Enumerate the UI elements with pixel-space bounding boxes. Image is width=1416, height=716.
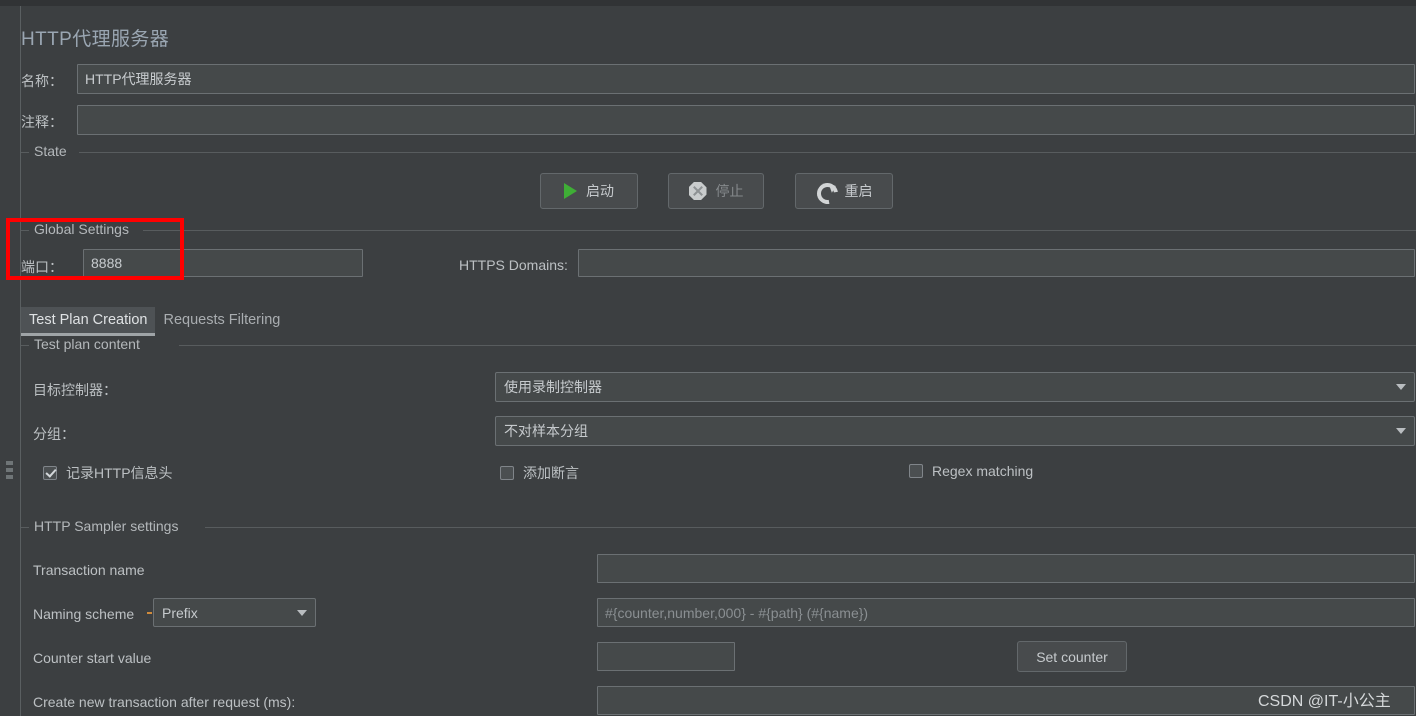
transaction-name-input[interactable]	[597, 554, 1415, 583]
port-label: 端口：	[21, 259, 63, 275]
checkbox-record-http-headers[interactable]: 记录HTTP信息头	[43, 463, 173, 483]
checkbox-regex-matching-label: Regex matching	[932, 463, 1034, 479]
tab-strip: Test Plan Creation Requests Filtering	[21, 304, 1416, 336]
naming-scheme-label: Naming scheme	[33, 606, 135, 622]
port-input[interactable]	[83, 249, 363, 277]
stop-icon	[688, 182, 707, 200]
checkbox-box	[500, 466, 514, 480]
page-title: HTTP代理服务器	[21, 29, 170, 50]
play-icon	[564, 183, 577, 199]
name-input[interactable]	[77, 64, 1415, 94]
checkbox-box	[909, 464, 923, 478]
left-splitter-rail[interactable]	[0, 6, 21, 716]
modified-marker-icon	[147, 611, 152, 614]
chevron-down-icon	[297, 609, 307, 616]
new-transaction-label: Create new transaction after request (ms…	[33, 694, 296, 710]
start-button-label: 启动	[586, 183, 614, 199]
chevron-down-icon	[1396, 384, 1406, 390]
stop-button-label: 停止	[715, 183, 744, 199]
target-controller-combo[interactable]: 使用录制控制器	[495, 372, 1415, 402]
naming-pattern-input[interactable]	[597, 598, 1415, 627]
checkbox-record-http-headers-label: 记录HTTP信息头	[66, 465, 173, 481]
start-button[interactable]: 启动	[540, 173, 638, 209]
grouping-label: 分组：	[33, 426, 75, 442]
http-proxy-server-panel: HTTP代理服务器 名称： 注释： State 启动 停止 重启	[0, 0, 1416, 716]
checkbox-add-assertions-label: 添加断言	[523, 465, 579, 481]
tab-test-plan-creation[interactable]: Test Plan Creation	[21, 307, 156, 336]
tab-requests-filtering-label: Requests Filtering	[163, 312, 281, 328]
tab-requests-filtering[interactable]: Requests Filtering	[155, 307, 288, 334]
set-counter-button[interactable]: Set counter	[1017, 641, 1127, 672]
restart-icon	[816, 182, 836, 200]
counter-start-label: Counter start value	[33, 650, 152, 666]
comment-label: 注释：	[21, 114, 63, 130]
target-controller-value: 使用录制控制器	[504, 379, 602, 395]
grouping-value: 不对样本分组	[504, 423, 588, 439]
sampler-settings-label: HTTP Sampler settings	[29, 518, 184, 534]
global-settings-label: Global Settings	[29, 221, 134, 237]
https-domains-label: HTTPS Domains:	[459, 257, 568, 273]
restart-button-label: 重启	[844, 183, 873, 199]
checkbox-add-assertions[interactable]: 添加断言	[500, 463, 579, 483]
tab-test-plan-creation-label: Test Plan Creation	[29, 312, 148, 328]
name-label: 名称：	[21, 73, 63, 89]
panel-content: HTTP代理服务器 名称： 注释： State 启动 停止 重启	[21, 6, 1416, 716]
grouping-combo[interactable]: 不对样本分组	[495, 416, 1415, 446]
https-domains-input[interactable]	[578, 249, 1415, 277]
chevron-down-icon	[1396, 428, 1406, 434]
transaction-name-label: Transaction name	[33, 562, 145, 578]
comment-input[interactable]	[77, 105, 1415, 135]
naming-scheme-combo[interactable]: Prefix	[147, 598, 316, 627]
splitter-handle[interactable]	[6, 461, 13, 479]
set-counter-button-label: Set counter	[1036, 648, 1108, 665]
state-group-label: State	[29, 143, 72, 159]
stop-button[interactable]: 停止	[668, 173, 764, 209]
naming-scheme-value: Prefix	[162, 604, 198, 621]
checkbox-regex-matching[interactable]: Regex matching	[909, 463, 1033, 479]
watermark: CSDN @IT-小公主	[1258, 693, 1391, 710]
counter-start-input[interactable]	[597, 642, 735, 671]
checkbox-box	[43, 466, 57, 480]
target-controller-label: 目标控制器：	[33, 382, 117, 398]
test-plan-content-label: Test plan content	[29, 336, 145, 352]
restart-button[interactable]: 重启	[795, 173, 893, 209]
